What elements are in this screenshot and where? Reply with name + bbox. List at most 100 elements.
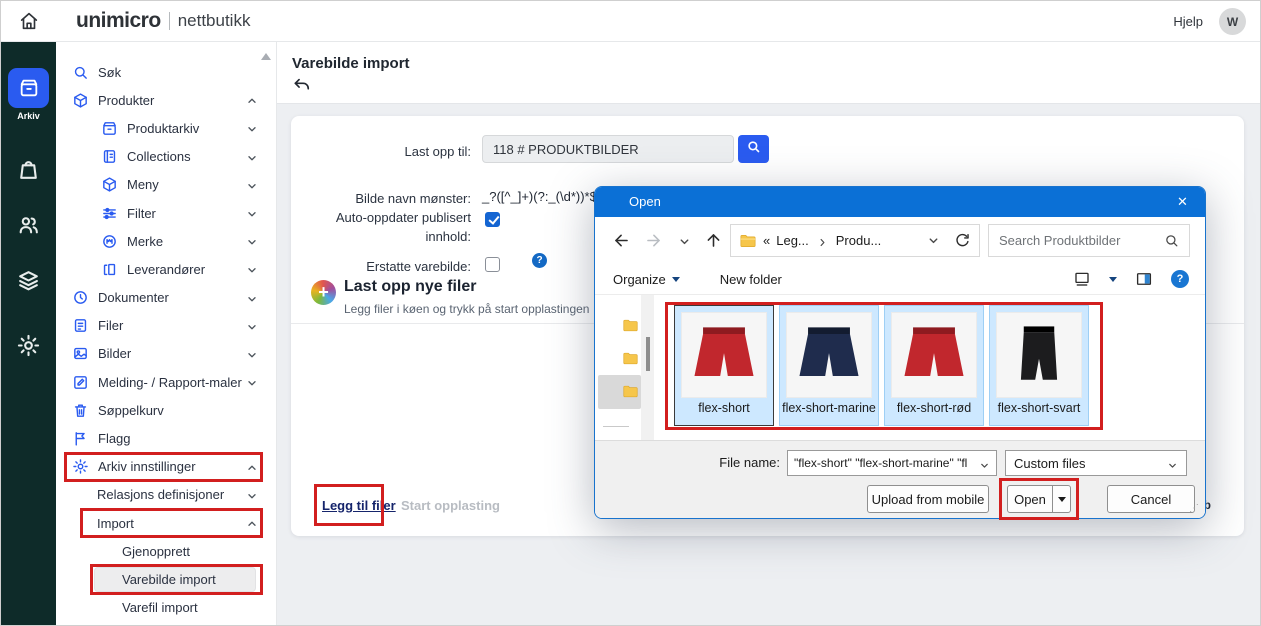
top-bar: unimicro nettbutikk Hjelp W bbox=[1, 1, 1260, 42]
badge-icon bbox=[101, 233, 118, 250]
add-files-link[interactable]: Legg til filer bbox=[322, 498, 396, 513]
chevron-down-icon[interactable] bbox=[246, 122, 258, 134]
upload-from-mobile-button[interactable]: Upload from mobile bbox=[867, 485, 989, 513]
breadcrumb-segment[interactable]: Leg... bbox=[776, 233, 809, 248]
sidebar-item-flagg[interactable]: Flagg bbox=[56, 424, 276, 452]
gear-icon[interactable] bbox=[16, 333, 41, 358]
sidebar-item-filer[interactable]: Filer bbox=[56, 312, 276, 340]
sidebar-item-import[interactable]: Import bbox=[56, 509, 276, 537]
edit-icon bbox=[72, 374, 89, 391]
folder-icon[interactable] bbox=[622, 350, 639, 367]
organize-label: Organize bbox=[613, 272, 666, 287]
shorts-image bbox=[786, 312, 872, 398]
users-icon[interactable] bbox=[16, 212, 41, 237]
chevron-down-icon[interactable] bbox=[246, 207, 258, 219]
sidebar-item-varebilde-import[interactable]: Varebilde import bbox=[56, 565, 276, 593]
chevron-up-icon[interactable] bbox=[246, 94, 258, 106]
file-type-value: Custom files bbox=[1014, 456, 1167, 471]
sidebar-item-merke[interactable]: Merke bbox=[56, 227, 276, 255]
sidebar-item-varefil-import[interactable]: Varefil import bbox=[56, 594, 276, 622]
nav-back-icon[interactable] bbox=[612, 231, 631, 250]
layers-icon[interactable] bbox=[16, 268, 41, 293]
sidebar-item-leverand-rer[interactable]: Leverandører bbox=[56, 255, 276, 283]
sidebar-item-gjenopprett[interactable]: Gjenopprett bbox=[56, 537, 276, 565]
auto-update-checkbox[interactable] bbox=[485, 212, 500, 227]
chevron-up-icon[interactable] bbox=[246, 461, 258, 473]
search-icon bbox=[1164, 233, 1179, 248]
file-name-label: File name: bbox=[675, 455, 780, 470]
back-arrow-icon[interactable] bbox=[292, 75, 314, 97]
file-type-select[interactable]: Custom files bbox=[1005, 450, 1187, 476]
file-thumbnail-flex-short[interactable]: flex-short bbox=[674, 305, 774, 426]
dialog-footer: File name: "flex-short" "flex-short-mari… bbox=[595, 440, 1205, 518]
sidebar-item-label: Produktarkiv bbox=[127, 121, 199, 136]
folder-icon[interactable] bbox=[622, 383, 639, 400]
file-name-input[interactable]: "flex-short" "flex-short-marine" "fl bbox=[787, 450, 997, 476]
dialog-help-icon[interactable] bbox=[1171, 270, 1189, 288]
chevron-up-icon[interactable] bbox=[246, 517, 258, 529]
preview-pane-icon[interactable] bbox=[1135, 270, 1153, 288]
rail-item-arkiv[interactable]: Arkiv bbox=[8, 68, 49, 121]
nav-up-icon[interactable] bbox=[704, 231, 723, 250]
file-thumbnail-flex-short-marine[interactable]: flex-short-marine bbox=[779, 305, 879, 426]
chevron-down-icon[interactable] bbox=[979, 458, 990, 469]
chevron-down-icon[interactable] bbox=[246, 376, 258, 388]
new-folder-button[interactable]: New folder bbox=[720, 272, 782, 287]
sidebar-item-arkiv-innstillinger[interactable]: Arkiv innstillinger bbox=[56, 453, 276, 481]
shopping-bag-icon[interactable] bbox=[16, 157, 41, 182]
cancel-button[interactable]: Cancel bbox=[1107, 485, 1195, 513]
sidebar-item-s-ppelkurv[interactable]: Søppelkurv bbox=[56, 396, 276, 424]
sidebar-item-produktarkiv[interactable]: Produktarkiv bbox=[56, 114, 276, 142]
nav-forward-icon[interactable] bbox=[644, 231, 663, 250]
sidebar-item-label: Bilder bbox=[98, 346, 131, 361]
sidebar-item-relasjons-definisjoner[interactable]: Relasjons definisjoner bbox=[56, 481, 276, 509]
view-thumbnails-icon[interactable] bbox=[1073, 270, 1091, 288]
chevron-down-icon[interactable] bbox=[246, 179, 258, 191]
address-bar[interactable]: « Leg... Produ... bbox=[730, 224, 980, 257]
dialog-toolbar: Organize New folder bbox=[595, 264, 1205, 295]
upload-to-input[interactable]: 118 # PRODUKTBILDER bbox=[482, 135, 734, 163]
folder-icon[interactable] bbox=[622, 317, 639, 334]
file-thumbnail-flex-short-r-d[interactable]: flex-short-rød bbox=[884, 305, 984, 426]
refresh-icon[interactable] bbox=[954, 232, 971, 249]
chevron-down-icon[interactable] bbox=[246, 235, 258, 247]
folder-search-button[interactable] bbox=[738, 135, 769, 163]
chevron-down-icon bbox=[1167, 458, 1178, 469]
sidebar-item-s-k[interactable]: Søk bbox=[56, 58, 276, 86]
sidebar-item-meny[interactable]: Meny bbox=[56, 171, 276, 199]
view-dropdown-icon[interactable] bbox=[1109, 277, 1117, 282]
replace-checkbox[interactable] bbox=[485, 257, 500, 272]
help-icon[interactable] bbox=[532, 253, 547, 268]
address-dropdown-icon[interactable] bbox=[927, 234, 940, 247]
nav-history-chevron-icon[interactable] bbox=[678, 235, 691, 248]
home-icon[interactable] bbox=[18, 10, 42, 34]
sidebar-item-produkter[interactable]: Produkter bbox=[56, 86, 276, 114]
sidebar-item-bilder[interactable]: Bilder bbox=[56, 340, 276, 368]
organize-menu[interactable]: Organize bbox=[613, 272, 680, 287]
close-icon[interactable]: ✕ bbox=[1160, 187, 1205, 217]
dialog-titlebar[interactable]: Open ✕ bbox=[595, 187, 1205, 217]
sidebar-item-label: Leverandører bbox=[127, 262, 205, 277]
sidebar-item-filter[interactable]: Filter bbox=[56, 199, 276, 227]
chevron-down-icon[interactable] bbox=[246, 489, 258, 501]
search-input[interactable]: Search Produktbilder bbox=[988, 224, 1190, 257]
open-dropdown-icon[interactable] bbox=[1052, 485, 1071, 513]
help-link[interactable]: Hjelp bbox=[1173, 14, 1203, 29]
search-placeholder: Search Produktbilder bbox=[999, 233, 1120, 248]
chevron-down-icon[interactable] bbox=[246, 263, 258, 275]
chevron-down-icon[interactable] bbox=[246, 151, 258, 163]
open-button[interactable]: Open bbox=[1007, 485, 1053, 513]
file-thumbnail-flex-short-svart[interactable]: flex-short-svart bbox=[989, 305, 1089, 426]
sidebar-item-melding-rapport-maler[interactable]: Melding- / Rapport-maler bbox=[56, 368, 276, 396]
sidebar-item-dokumenter[interactable]: Dokumenter bbox=[56, 284, 276, 312]
sidebar-item-label: Filer bbox=[98, 318, 123, 333]
resize-grip[interactable] bbox=[1189, 503, 1200, 514]
breadcrumb-segment[interactable]: Produ... bbox=[836, 233, 882, 248]
avatar[interactable]: W bbox=[1219, 8, 1246, 35]
chevron-down-icon[interactable] bbox=[246, 292, 258, 304]
chevron-down-icon[interactable] bbox=[246, 320, 258, 332]
nav-pane-scrollbar-thumb[interactable] bbox=[646, 337, 650, 371]
chevron-down-icon[interactable] bbox=[246, 348, 258, 360]
pattern-label: Bilde navn mønster: bbox=[291, 189, 471, 208]
sidebar-item-collections[interactable]: Collections bbox=[56, 143, 276, 171]
